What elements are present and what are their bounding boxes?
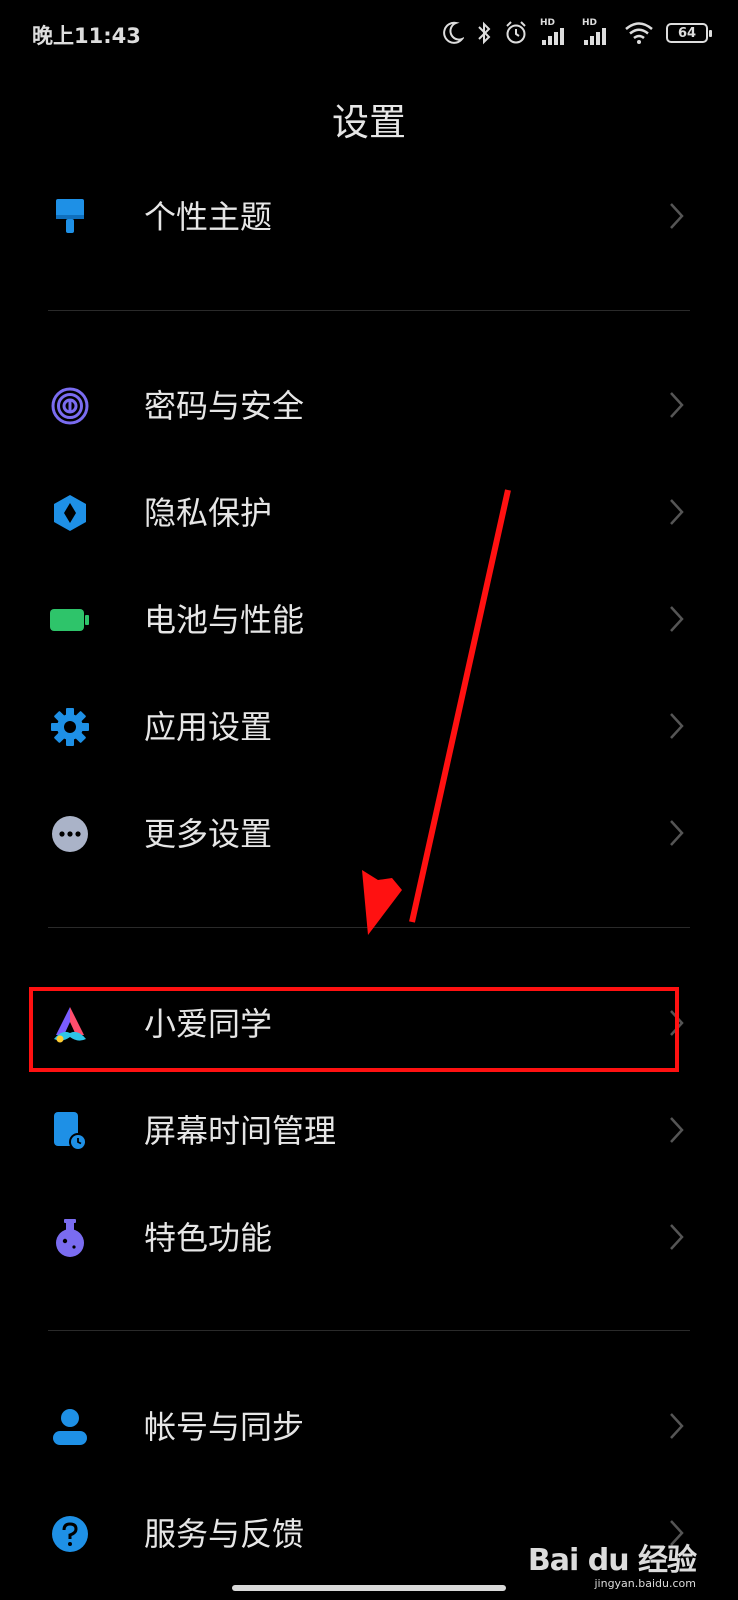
chevron-right-icon: [670, 203, 684, 229]
chevron-right-icon: [670, 499, 684, 525]
chevron-right-icon: [670, 606, 684, 632]
help-icon: [48, 1512, 92, 1556]
menu-item-special-features[interactable]: 特色功能: [0, 1188, 738, 1288]
menu-item-label: 帐号与同步: [144, 1408, 305, 1446]
menu-item-more-settings[interactable]: 更多设置: [0, 784, 738, 884]
menu-item-label: 特色功能: [144, 1219, 273, 1257]
alarm-icon: [506, 21, 526, 44]
gear-icon: [48, 705, 92, 749]
menu-item-label: 密码与安全: [144, 387, 305, 425]
menu-item-battery-performance[interactable]: 电池与性能: [0, 570, 738, 670]
signal-2-icon: HD: [582, 18, 612, 46]
fingerprint-icon: [48, 384, 92, 428]
chevron-right-icon: [670, 392, 684, 418]
section-divider: [48, 927, 690, 928]
menu-item-label: 应用设置: [144, 708, 273, 746]
section-divider: [48, 310, 690, 311]
bluetooth-icon: [478, 21, 491, 45]
battery-indicator: 64: [666, 23, 712, 43]
baidu-logo: Bai du 经验: [527, 1543, 697, 1578]
menu-item-privacy[interactable]: 隐私保护: [0, 463, 738, 563]
more-dots-icon: [48, 812, 92, 856]
wifi-icon: [625, 22, 653, 44]
menu-item-theme[interactable]: 个性主题: [0, 167, 738, 267]
menu-item-label: 电池与性能: [144, 601, 305, 639]
flask-icon: [48, 1216, 92, 1260]
highlight-box: [29, 987, 679, 1072]
status-bar: 晚上11:43 HD HD 64: [0, 0, 738, 72]
menu-item-label: 屏幕时间管理: [144, 1112, 337, 1150]
status-icons: HD HD 64: [442, 18, 712, 46]
chevron-right-icon: [670, 1413, 684, 1439]
section-divider: [48, 1330, 690, 1331]
privacy-shield-icon: [48, 491, 92, 535]
chevron-right-icon: [670, 820, 684, 846]
screen-time-icon: [48, 1109, 92, 1153]
menu-item-label: 隐私保护: [144, 494, 273, 532]
chevron-right-icon: [670, 1117, 684, 1143]
page-title: 设置: [332, 101, 406, 144]
baidu-watermark: Bai du 经验 jingyan.baidu.com: [527, 1535, 697, 1590]
moon-icon: [443, 21, 464, 44]
menu-item-app-settings[interactable]: 应用设置: [0, 677, 738, 777]
menu-item-label: 服务与反馈: [144, 1515, 305, 1553]
menu-item-account-sync[interactable]: 帐号与同步: [0, 1377, 738, 1477]
menu-item-label: 个性主题: [144, 198, 273, 236]
menu-item-label: 更多设置: [144, 815, 273, 853]
person-icon: [48, 1405, 92, 1449]
status-time: 晚上11:43: [32, 24, 141, 48]
chevron-right-icon: [670, 1224, 684, 1250]
chevron-right-icon: [670, 713, 684, 739]
battery-icon: [48, 598, 92, 642]
home-indicator[interactable]: [232, 1585, 506, 1591]
signal-1-icon: HD: [540, 18, 570, 46]
paintbrush-icon: [48, 195, 92, 239]
menu-item-screen-time[interactable]: 屏幕时间管理: [0, 1081, 738, 1181]
menu-item-password-security[interactable]: 密码与安全: [0, 356, 738, 456]
